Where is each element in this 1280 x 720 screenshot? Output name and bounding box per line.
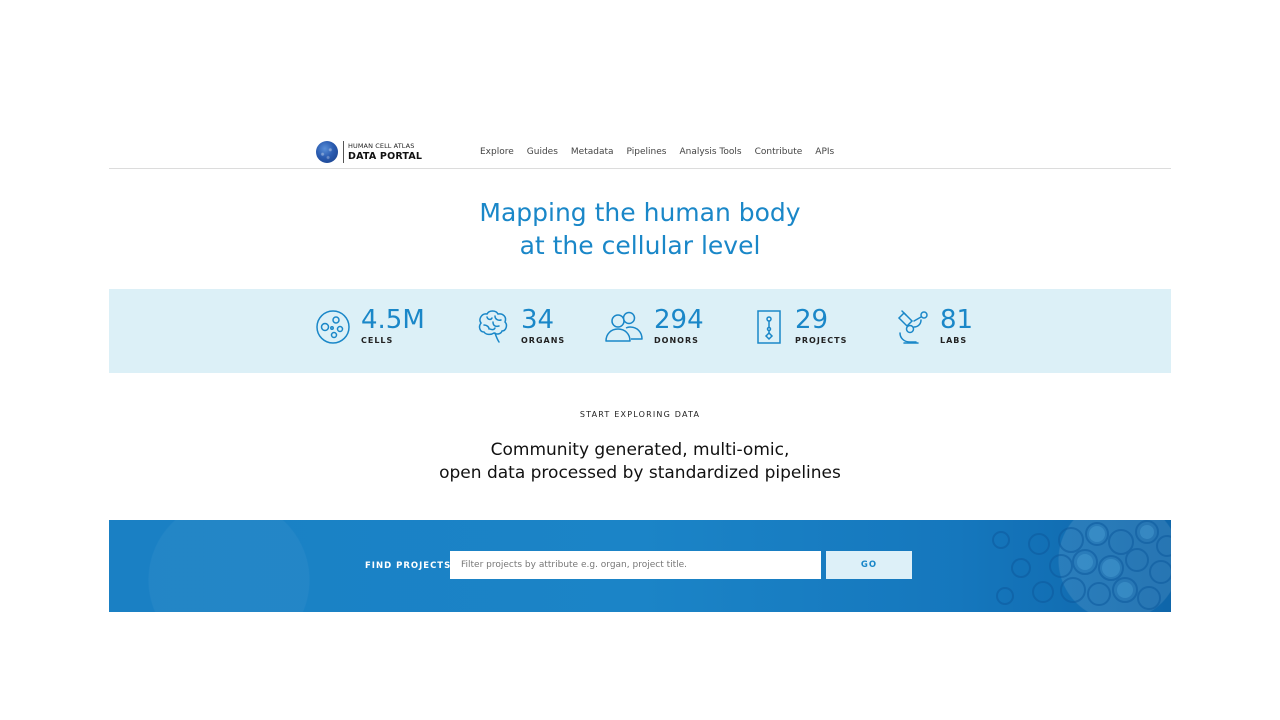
nav-guides[interactable]: Guides [527, 147, 558, 157]
tagline: Community generated, multi-omic, open da… [109, 439, 1171, 485]
stat-value: 4.5M [361, 305, 425, 335]
stat-label: DONORS [654, 336, 699, 345]
portal-logo[interactable]: HUMAN CELL ATLAS DATA PORTAL [316, 140, 422, 164]
logo-divider [343, 141, 344, 163]
cells-icon [315, 307, 351, 345]
stat-value: 81 [940, 305, 974, 335]
logo-line1: HUMAN CELL ATLAS [348, 142, 415, 150]
stat-label: ORGANS [521, 336, 566, 345]
projects-icon [755, 307, 785, 345]
site-header: HUMAN CELL ATLAS DATA PORTAL Explore Gui… [109, 130, 1171, 169]
stat-value: 29 [795, 305, 829, 335]
nav-explore[interactable]: Explore [480, 147, 514, 157]
nav-metadata[interactable]: Metadata [571, 147, 614, 157]
project-search-input[interactable] [450, 551, 821, 579]
donors-icon [604, 307, 644, 345]
logo-line2: DATA PORTAL [348, 150, 423, 162]
stat-label: PROJECTS [795, 336, 848, 345]
stats-band: 4.5M CELLS 34 ORGANS 294 DONORS 29 PROJE… [109, 289, 1171, 373]
find-projects-band: FIND PROJECTS GO [109, 520, 1171, 612]
stat-cells: 4.5M CELLS [315, 307, 425, 345]
stat-value: 34 [521, 305, 555, 335]
nav-apis[interactable]: APIs [815, 147, 834, 157]
go-button[interactable]: GO [826, 551, 912, 579]
tagline-line2: open data processed by standardized pipe… [439, 463, 841, 483]
find-projects-label: FIND PROJECTS [365, 561, 452, 571]
hero-title-line2: at the cellular level [519, 231, 761, 260]
tagline-line1: Community generated, multi-omic, [490, 440, 790, 460]
nav-contribute[interactable]: Contribute [755, 147, 803, 157]
start-exploring-heading: START EXPLORING DATA [579, 410, 701, 419]
stat-organs: 34 ORGANS [475, 307, 565, 345]
portal-page: HUMAN CELL ATLAS DATA PORTAL Explore Gui… [109, 130, 1171, 612]
stat-projects: 29 PROJECTS [755, 307, 847, 345]
hero-title: Mapping the human body at the cellular l… [109, 196, 1171, 262]
brain-icon [475, 307, 511, 345]
stat-labs: 81 LABS [894, 307, 973, 345]
stat-donors: 294 DONORS [604, 307, 704, 345]
microscope-icon [894, 307, 930, 345]
cell-pattern-background [992, 520, 1171, 610]
hero-title-line1: Mapping the human body [479, 198, 801, 227]
stat-label: LABS [940, 336, 968, 345]
nav-pipelines[interactable]: Pipelines [627, 147, 667, 157]
nav-analysis-tools[interactable]: Analysis Tools [679, 147, 741, 157]
logo-text: HUMAN CELL ATLAS DATA PORTAL [348, 143, 422, 161]
stat-label: CELLS [361, 336, 394, 345]
main-nav: Explore Guides Metadata Pipelines Analys… [480, 147, 834, 157]
stat-value: 294 [654, 305, 704, 335]
globe-logo-icon [316, 141, 338, 163]
